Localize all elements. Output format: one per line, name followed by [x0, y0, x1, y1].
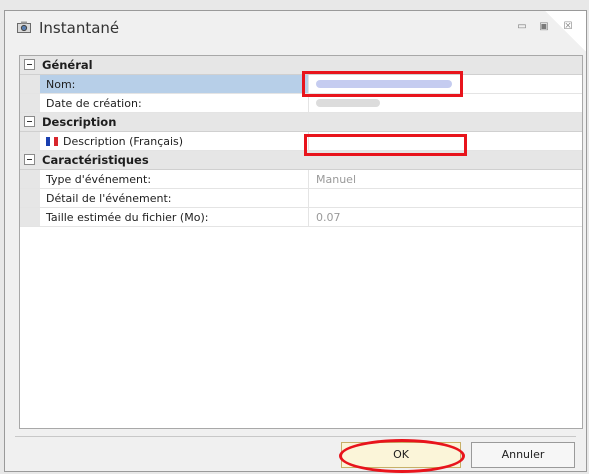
collapse-icon[interactable] [24, 59, 35, 70]
snapshot-icon [17, 21, 31, 33]
property-name: Type d'événement: [46, 173, 152, 186]
property-row-type-evenement[interactable]: Type d'événement: Manuel [20, 170, 582, 189]
window-title: Instantané [39, 19, 120, 37]
cancel-button[interactable]: Annuler [471, 442, 575, 468]
ok-button[interactable]: OK [341, 442, 461, 468]
property-row-date-creation[interactable]: Date de création: [20, 94, 582, 113]
row-gutter [20, 170, 40, 188]
detail-evenement-value[interactable] [316, 192, 572, 206]
type-evenement-value[interactable]: Manuel [316, 173, 572, 187]
column-divider [308, 208, 309, 226]
taille-fichier-value[interactable]: 0.07 [316, 211, 572, 225]
category-general[interactable]: Général [20, 56, 582, 75]
row-gutter [20, 94, 40, 112]
button-separator [15, 436, 576, 437]
property-name: Description (Français) [63, 135, 184, 148]
close-icon[interactable]: ☒ [561, 20, 575, 34]
description-annotation-box [304, 134, 467, 156]
property-name-with-flag: Description (Français) [46, 135, 304, 149]
title-bar: Instantané ▭ ▣ ☒ [5, 11, 586, 45]
category-label: Description [42, 115, 117, 129]
column-divider [308, 170, 309, 188]
property-row-nom[interactable]: Nom: [20, 75, 582, 94]
nom-annotation-box [302, 71, 463, 97]
property-name: Détail de l'événement: [46, 192, 172, 205]
property-name: Date de création: [46, 97, 142, 110]
instantane-dialog: Instantané ▭ ▣ ☒ Général Nom: Date de cr… [4, 10, 587, 473]
row-gutter [20, 189, 40, 207]
row-gutter [20, 208, 40, 226]
date-creation-value-field[interactable] [316, 97, 572, 111]
minimize-icon[interactable]: ▭ [515, 20, 529, 34]
redacted-value [316, 99, 380, 107]
column-divider [308, 189, 309, 207]
collapse-icon[interactable] [24, 116, 35, 127]
property-row-description-fr[interactable]: Description (Français) [20, 132, 582, 151]
category-label: Général [42, 58, 93, 72]
property-name: Taille estimée du fichier (Mo): [46, 211, 209, 224]
category-description[interactable]: Description [20, 113, 582, 132]
row-gutter [20, 75, 40, 93]
fr-flag-icon [46, 137, 58, 146]
property-row-detail-evenement[interactable]: Détail de l'événement: [20, 189, 582, 208]
category-label: Caractéristiques [42, 153, 149, 167]
property-row-taille-fichier[interactable]: Taille estimée du fichier (Mo): 0.07 [20, 208, 582, 227]
category-caracteristiques[interactable]: Caractéristiques [20, 151, 582, 170]
property-grid: Général Nom: Date de création: Descripti… [19, 55, 583, 429]
maximize-icon[interactable]: ▣ [537, 20, 551, 34]
property-name: Nom: [46, 78, 76, 91]
row-gutter [20, 132, 40, 150]
collapse-icon[interactable] [24, 154, 35, 165]
